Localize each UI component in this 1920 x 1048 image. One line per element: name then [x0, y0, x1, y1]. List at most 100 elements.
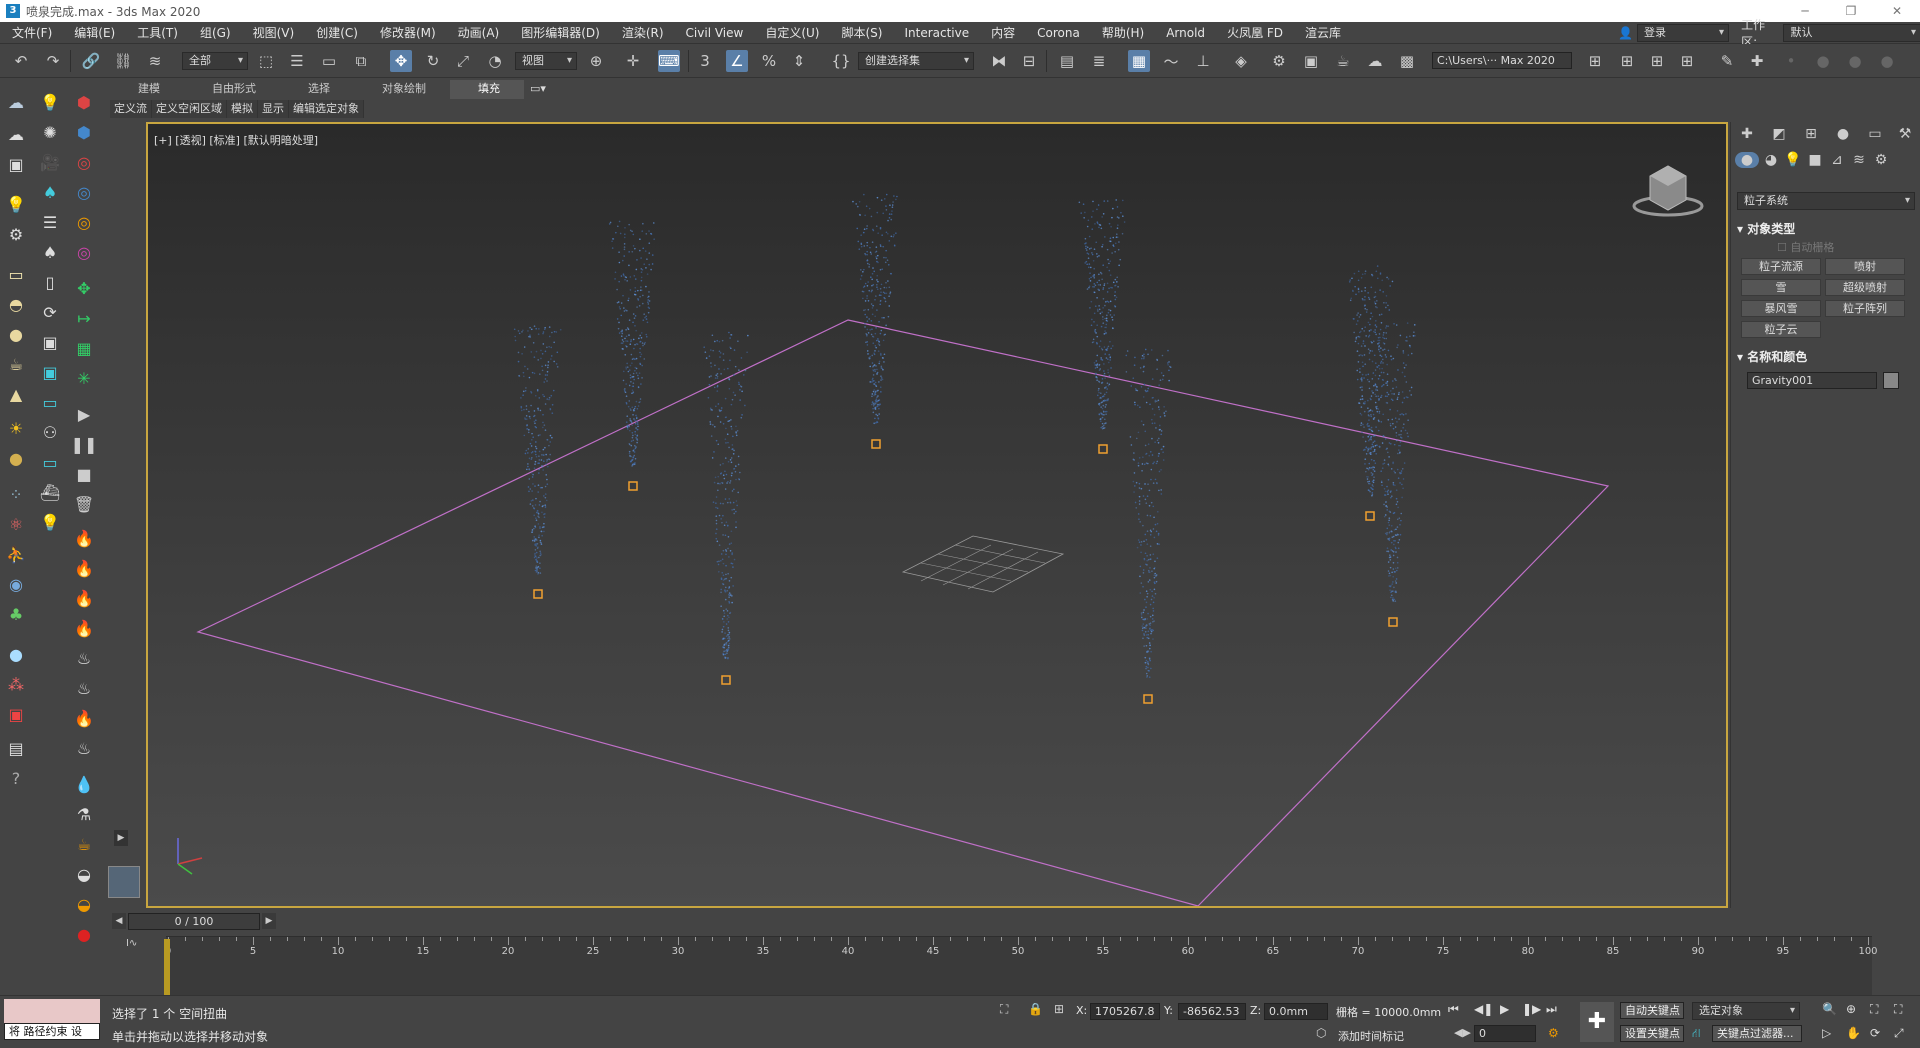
menu-item[interactable]: 自定义(U)	[753, 22, 829, 44]
named-selection-dropdown[interactable]: 创建选择集	[858, 52, 974, 70]
menu-item[interactable]: 火凤凰 FD	[1215, 22, 1293, 44]
menu-item[interactable]: 编辑(E)	[62, 22, 125, 44]
percent-snap-icon[interactable]: %	[758, 50, 780, 72]
snap-3d-icon[interactable]: 3	[694, 50, 716, 72]
window-icon[interactable]: ▭	[38, 450, 62, 474]
time-config-icon[interactable]: ⚙	[1548, 1026, 1559, 1040]
tools-icon[interactable]: ⚙	[4, 222, 28, 246]
close-button[interactable]: ✕	[1874, 0, 1920, 22]
prev-key-icon[interactable]: ◀❚	[1474, 1002, 1493, 1016]
box-red-icon[interactable]: ⬢	[72, 90, 96, 114]
lamp-icon[interactable]: 💡	[38, 510, 62, 534]
particles-icon[interactable]: ⁘	[4, 482, 28, 506]
emitter-gizmo[interactable]	[1098, 444, 1108, 454]
red-ball-icon[interactable]: ●	[72, 922, 96, 946]
key-filter-icon[interactable]: ⛙	[1692, 1026, 1700, 1042]
ribbon-tab[interactable]: 填充	[450, 80, 524, 99]
fire-3-icon[interactable]: 🔥	[72, 586, 96, 610]
render-setup-icon[interactable]: ⚙	[1268, 50, 1290, 72]
emitter-gizmo[interactable]	[533, 589, 543, 599]
arrow-green-icon[interactable]: ↦	[72, 306, 96, 330]
set-key-button[interactable]: 设置关键点	[1620, 1025, 1684, 1042]
quick-tool-2-icon[interactable]: ⊞	[1616, 50, 1638, 72]
material-editor-icon[interactable]: ◈	[1230, 50, 1252, 72]
ball-icon[interactable]: ●	[4, 446, 28, 470]
create-tab-icon[interactable]: ✚	[1735, 126, 1759, 142]
render-iterative-icon[interactable]: ☁	[1364, 50, 1386, 72]
minimize-button[interactable]: ─	[1782, 0, 1828, 22]
zoom-extents-icon[interactable]: ⛶	[1870, 1002, 1878, 1017]
move-green-icon[interactable]: ✥	[72, 276, 96, 300]
plant-icon[interactable]: ♣	[4, 602, 28, 626]
sun-icon[interactable]: ☀	[4, 416, 28, 440]
scene-explorer-icon[interactable]: ▤	[1056, 50, 1078, 72]
menu-item[interactable]: 图形编辑器(D)	[509, 22, 610, 44]
redo-icon[interactable]: ↷	[42, 50, 64, 72]
unlink-icon[interactable]: ⛓	[112, 50, 134, 72]
frame-icon[interactable]: ▣	[38, 330, 62, 354]
light-bulb-icon[interactable]: 💡	[4, 192, 28, 216]
document-icon[interactable]: ▯	[38, 270, 62, 294]
fire-2-icon[interactable]: 🔥	[72, 556, 96, 580]
object-type-rollout-header[interactable]: ▾ 对象类型	[1737, 220, 1915, 237]
crosshair-icon[interactable]: ✚	[1746, 50, 1768, 72]
manipulate-icon[interactable]: ✛	[622, 50, 644, 72]
frame-marker[interactable]	[164, 939, 170, 997]
smoke-2-icon[interactable]: ♨	[72, 676, 96, 700]
shapes-category-icon[interactable]: ◕	[1759, 152, 1783, 168]
people-icon[interactable]: ⚇	[38, 420, 62, 444]
maxscript-listener[interactable]	[4, 999, 100, 1023]
orbit-icon[interactable]: ⟳	[1870, 1026, 1880, 1040]
curve-toggle-icon[interactable]: I∿	[126, 938, 137, 949]
menu-item[interactable]: 帮助(H)	[1090, 22, 1154, 44]
object-type-button[interactable]: 喷射	[1825, 258, 1905, 275]
zoom-all-icon[interactable]: ⊕	[1846, 1002, 1856, 1016]
teapot-icon[interactable]: ☕	[4, 352, 28, 376]
geometry-category-icon[interactable]: ●	[1735, 152, 1759, 168]
key-filters-button[interactable]: 关键点过滤器...	[1712, 1025, 1802, 1042]
schematic-view-icon[interactable]: ⊥	[1192, 50, 1214, 72]
object-type-button[interactable]: 超级喷射	[1825, 279, 1905, 296]
isolate-icon[interactable]: ⛶	[1000, 1002, 1008, 1017]
rotate-icon[interactable]: ⟳	[38, 300, 62, 324]
login-dropdown[interactable]: 登录	[1636, 24, 1730, 42]
menu-item[interactable]: 视图(V)	[241, 22, 305, 44]
sky-icon[interactable]: ☁	[4, 122, 28, 146]
drop-blue-icon[interactable]: ◎	[72, 180, 96, 204]
pivot-center-icon[interactable]: ⊕	[585, 50, 607, 72]
goto-end-icon[interactable]: ⏭	[1546, 1002, 1557, 1017]
x-coordinate[interactable]: 1705267.8	[1090, 1003, 1160, 1020]
key-mode-icon[interactable]: ◀▶	[1454, 1026, 1471, 1039]
bin-icon[interactable]: ▤	[4, 736, 28, 760]
hemisphere-icon[interactable]: ◓	[4, 292, 28, 316]
select-rotate-icon[interactable]: ↻	[422, 50, 444, 72]
menu-item[interactable]: Arnold	[1154, 22, 1215, 44]
mirror-icon[interactable]: ⧓	[988, 50, 1010, 72]
menu-item[interactable]: Civil View	[674, 22, 754, 44]
menu-item[interactable]: 工具(T)	[125, 22, 188, 44]
selected-object-dropdown[interactable]: 选定对象	[1692, 1002, 1800, 1020]
modify-tab-icon[interactable]: ◩	[1767, 126, 1791, 142]
select-place-icon[interactable]: ◔	[484, 50, 506, 72]
pause-icon[interactable]: ❚❚	[71, 432, 98, 456]
sphere-blue-icon[interactable]: ●	[4, 642, 28, 666]
motion-tab-icon[interactable]: ●	[1831, 126, 1855, 142]
zoom-extents-all-icon[interactable]: ⛶	[1894, 1002, 1902, 1017]
emitter-gizmo[interactable]	[1388, 617, 1398, 627]
workspace-dropdown[interactable]: 默认	[1783, 24, 1920, 42]
tree-icon[interactable]: ♠	[38, 240, 62, 264]
select-scale-icon[interactable]: ⤢	[452, 50, 474, 72]
menu-item[interactable]: 修改器(M)	[368, 22, 446, 44]
next-key-icon[interactable]: ❚▶	[1522, 1002, 1541, 1016]
current-frame-field[interactable]: 0	[1474, 1025, 1536, 1042]
menu-item[interactable]: 文件(F)	[0, 22, 62, 44]
time-slider[interactable]: 0 / 100	[128, 913, 260, 930]
ribbon-subtab[interactable]: 模拟	[227, 100, 258, 118]
fov-icon[interactable]: ▷	[1822, 1026, 1831, 1040]
object-color-swatch[interactable]	[1883, 372, 1899, 389]
link-icon[interactable]: 🔗	[80, 50, 102, 72]
quick-tool-3-icon[interactable]: ⊞	[1646, 50, 1668, 72]
edit-named-sel-icon[interactable]: {}	[830, 50, 852, 72]
emitter-gizmo[interactable]	[1143, 694, 1153, 704]
globe-icon[interactable]: ◉	[4, 572, 28, 596]
